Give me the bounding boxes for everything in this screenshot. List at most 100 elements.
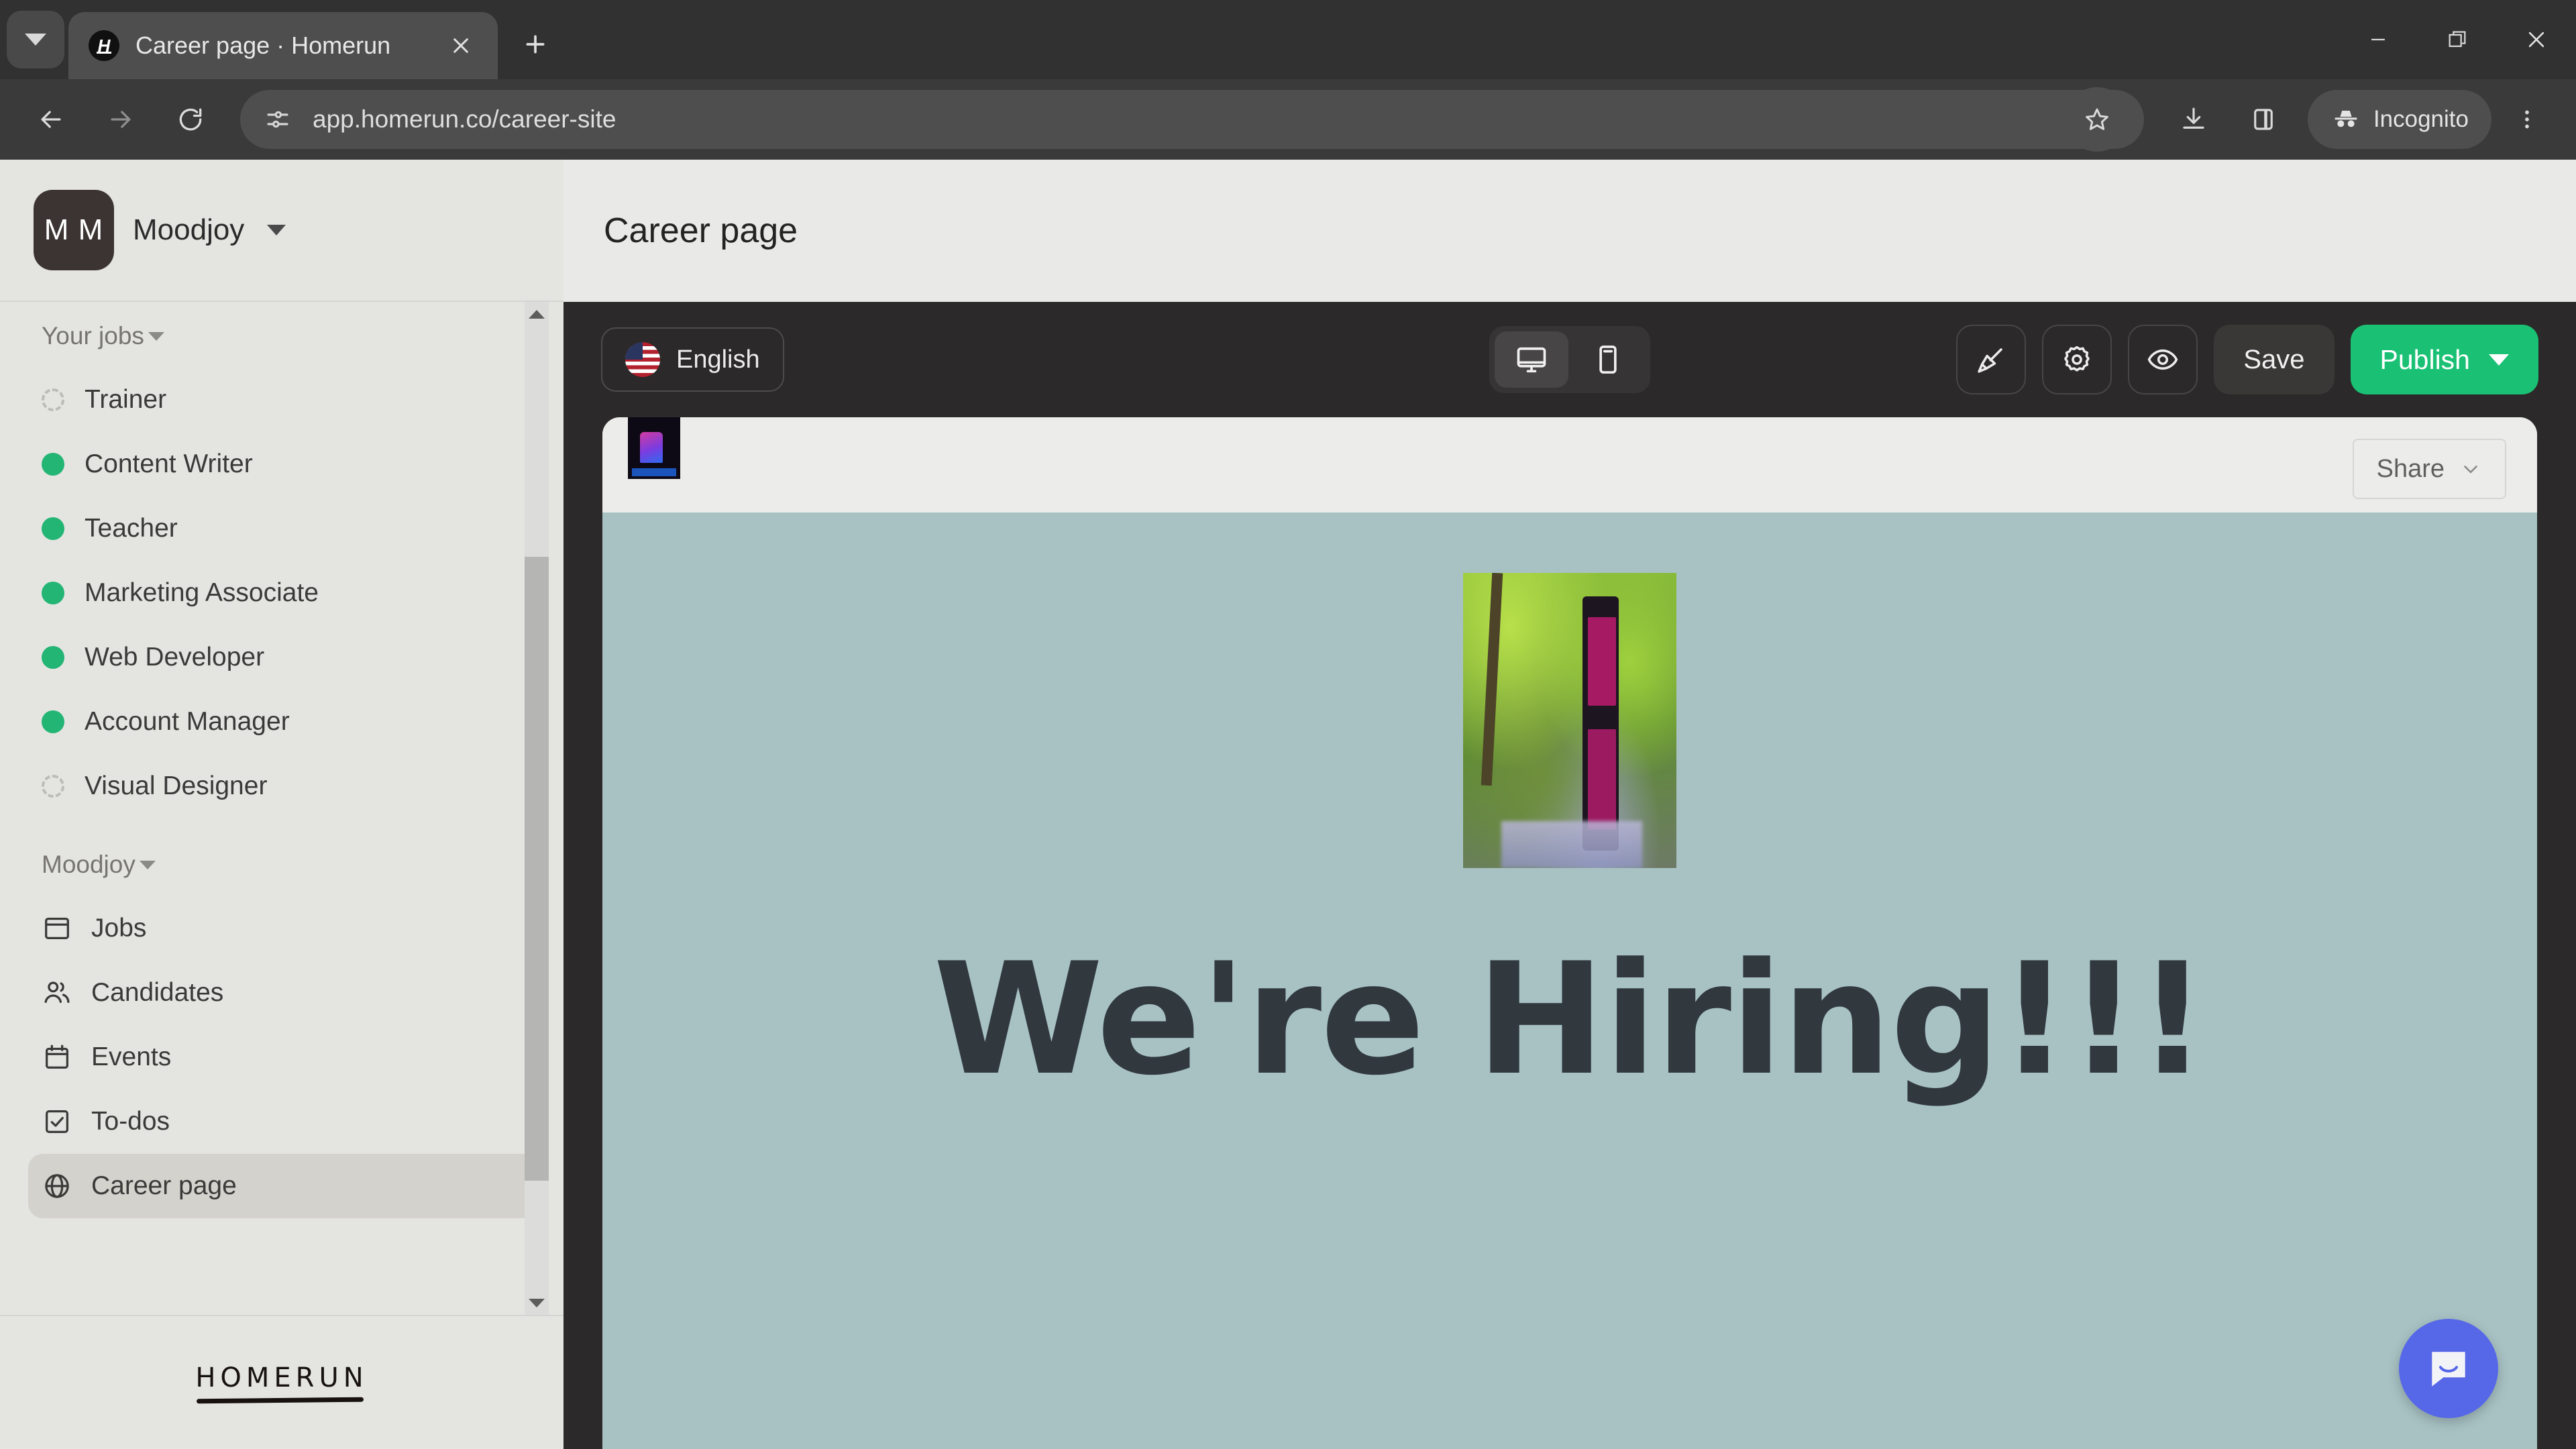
eye-icon[interactable] — [2128, 325, 2198, 394]
restore-icon[interactable] — [2418, 0, 2497, 79]
sidebar-item-career-page[interactable]: Career page — [28, 1154, 535, 1218]
candidates-icon — [42, 977, 72, 1008]
desktop-view-button[interactable] — [1495, 331, 1568, 388]
tab-title: Career page · Homerun — [136, 32, 391, 59]
chat-bubble-icon — [2432, 1352, 2465, 1387]
scrollbar-thumb[interactable] — [525, 557, 549, 1181]
incognito-icon — [2334, 110, 2357, 127]
minimize-icon[interactable] — [2339, 0, 2418, 79]
sidebar-scrollbar[interactable] — [525, 302, 549, 1315]
workspace-label: Moodjoy — [42, 851, 136, 878]
sidebar: M M Moodjoy Your jobs Trainer Content Wr… — [0, 160, 564, 1449]
device-toggle — [1489, 326, 1650, 393]
app-root: M M Moodjoy Your jobs Trainer Content Wr… — [0, 160, 2576, 1449]
sidebar-item-events[interactable]: Events — [0, 1025, 564, 1089]
scroll-up-icon[interactable] — [529, 302, 545, 326]
job-label: Marketing Associate — [85, 578, 319, 607]
publish-label: Publish — [2379, 343, 2470, 375]
close-icon[interactable] — [2497, 0, 2576, 79]
us-flag-icon — [625, 342, 660, 377]
sidebar-item-jobs[interactable]: Jobs — [0, 896, 564, 961]
side-panel-icon[interactable] — [2231, 87, 2296, 152]
job-label: Trainer — [85, 385, 167, 414]
career-page-editor: English Save Publish Share We're Hiring!… — [564, 302, 2576, 1449]
browser-tab[interactable]: H Career page · Homerun — [68, 12, 498, 79]
address-bar-url: app.homerun.co/career-site — [313, 105, 616, 133]
page-title: Career page — [604, 211, 798, 250]
hero-headline[interactable]: We're Hiring!!! — [933, 941, 2208, 1099]
share-button[interactable]: Share — [2352, 439, 2506, 499]
desktop-icon — [1517, 347, 1546, 373]
sidebar-scroll-area: Your jobs Trainer Content Writer Teacher — [0, 302, 564, 1315]
address-bar[interactable]: app.homerun.co/career-site — [240, 87, 2144, 152]
caret-down-icon — [148, 331, 164, 341]
nav-label: Career page — [91, 1171, 237, 1200]
kebab-menu-icon[interactable] — [2497, 87, 2557, 152]
org-switcher[interactable]: M M Moodjoy — [0, 160, 564, 302]
homerun-logo: HOMERUN — [195, 1362, 368, 1403]
avatar: M M — [34, 190, 114, 270]
mobile-view-button[interactable] — [1571, 331, 1645, 388]
new-tab-button[interactable] — [508, 17, 562, 71]
sidebar-divider — [0, 818, 564, 851]
save-label: Save — [2243, 344, 2305, 374]
workspace-section-header[interactable]: Moodjoy — [0, 851, 564, 879]
mobile-icon — [1599, 345, 1617, 374]
status-dot-open — [42, 582, 64, 604]
tab-strip: H Career page · Homerun — [0, 0, 2576, 79]
job-label: Account Manager — [85, 707, 290, 736]
calendar-icon — [42, 1042, 72, 1073]
sidebar-item-trainer[interactable]: Trainer — [0, 368, 564, 432]
reload-icon[interactable] — [158, 87, 223, 152]
nav-label: Jobs — [91, 914, 147, 943]
editor-actions: Save Publish — [1956, 325, 2538, 394]
publish-button[interactable]: Publish — [2350, 325, 2538, 394]
intercom-launcher-button[interactable] — [2399, 1319, 2498, 1418]
caret-down-icon — [139, 860, 156, 869]
share-label: Share — [2376, 454, 2445, 483]
job-label: Visual Designer — [85, 771, 268, 800]
status-dot-open — [42, 453, 64, 476]
star-icon[interactable] — [2064, 87, 2129, 152]
nav-label: Events — [91, 1042, 172, 1071]
language-label: English — [676, 345, 760, 374]
sidebar-item-todos[interactable]: To-dos — [0, 1089, 564, 1154]
sidebar-item-teacher[interactable]: Teacher — [0, 496, 564, 561]
job-label: Web Developer — [85, 643, 265, 672]
incognito-label: Incognito — [2373, 106, 2469, 132]
scroll-down-icon[interactable] — [529, 1291, 545, 1315]
main-content: Career page English Save Publish Share W… — [564, 160, 2576, 1449]
tune-icon[interactable] — [260, 102, 295, 137]
language-selector[interactable]: English — [601, 327, 784, 392]
sidebar-item-account-manager[interactable]: Account Manager — [0, 690, 564, 754]
arrow-back-icon[interactable] — [19, 87, 83, 152]
gear-icon[interactable] — [2042, 325, 2112, 394]
browser-toolbar: app.homerun.co/career-site Incognito — [0, 79, 2576, 160]
sidebar-footer: HOMERUN — [0, 1315, 564, 1449]
status-dot-open — [42, 517, 64, 540]
caret-down-icon[interactable] — [2489, 354, 2509, 366]
your-jobs-section-header[interactable]: Your jobs — [0, 322, 564, 350]
chevron-down-icon — [25, 34, 46, 46]
sidebar-item-marketing-associate[interactable]: Marketing Associate — [0, 561, 564, 625]
paintbrush-icon[interactable] — [1956, 325, 2027, 394]
tab-search-button[interactable] — [7, 11, 64, 68]
download-icon[interactable] — [2161, 87, 2226, 152]
site-logo-thumbnail[interactable] — [628, 417, 680, 479]
preview-hero-section: We're Hiring!!! — [602, 513, 2537, 1449]
your-jobs-label: Your jobs — [42, 322, 144, 350]
incognito-indicator[interactable]: Incognito — [2307, 90, 2491, 149]
sidebar-item-web-developer[interactable]: Web Developer — [0, 625, 564, 690]
nav-label: Candidates — [91, 978, 224, 1007]
jobs-icon — [42, 913, 72, 944]
editor-toolbar: English Save Publish — [564, 302, 2576, 417]
sidebar-item-visual-designer[interactable]: Visual Designer — [0, 754, 564, 818]
arrow-forward-icon[interactable] — [89, 87, 153, 152]
sidebar-item-content-writer[interactable]: Content Writer — [0, 432, 564, 496]
status-dot-open — [42, 646, 64, 669]
sidebar-item-candidates[interactable]: Candidates — [0, 961, 564, 1025]
job-label: Content Writer — [85, 449, 253, 478]
hero-image[interactable] — [1463, 573, 1676, 868]
close-icon[interactable] — [441, 26, 480, 65]
save-button[interactable]: Save — [2214, 325, 2334, 394]
